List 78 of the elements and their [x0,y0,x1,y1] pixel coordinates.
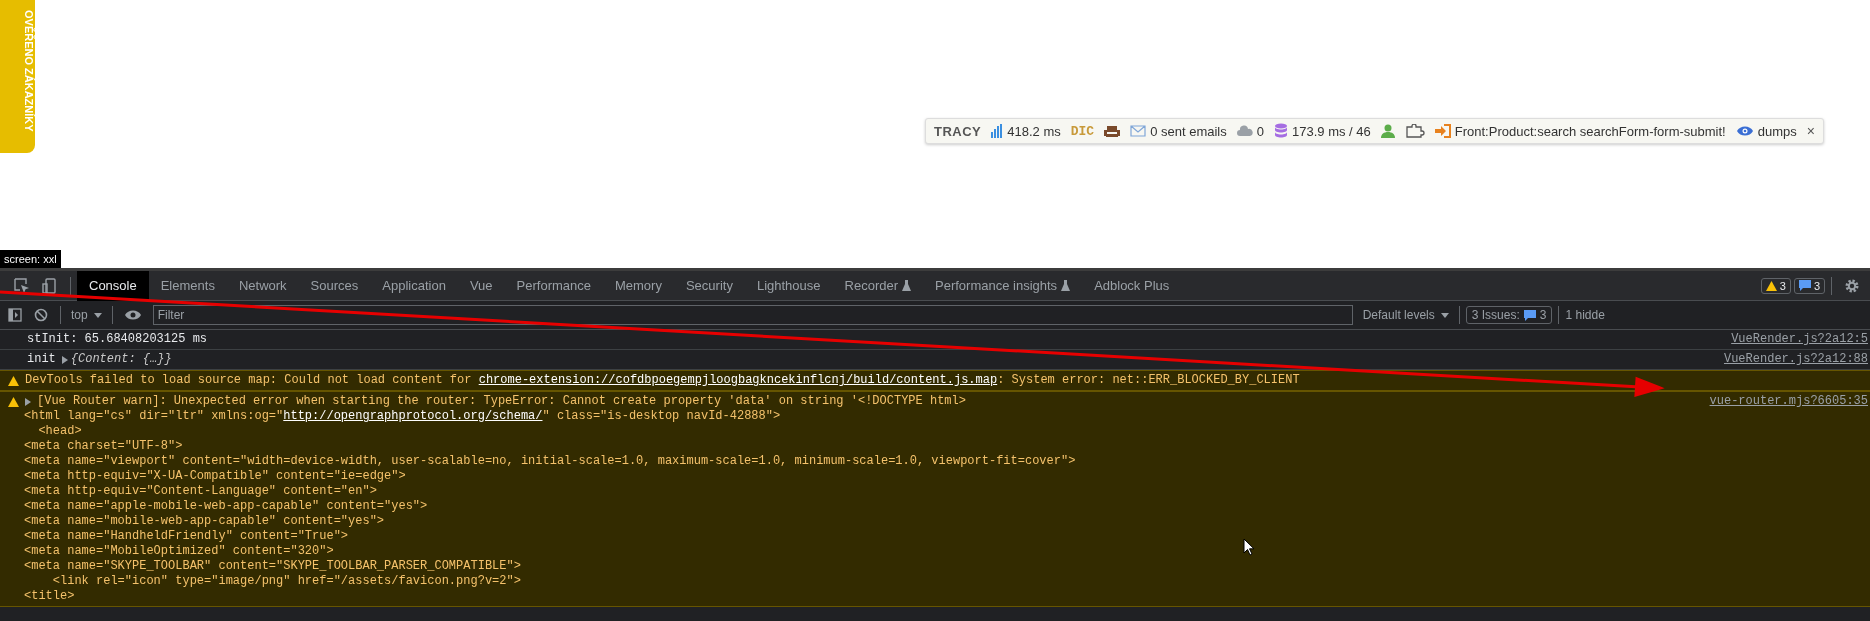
debug-panel-tab[interactable]: 0 sent emails [1130,123,1227,139]
console-text: <meta name="viewport" content="width=device-width, user-scalable=no, initial-scale=1.0, maximum-scale=1.0, minimum-scale=1.0, viewport-fit=cover"> [24,454,1076,469]
cloud-icon [1236,124,1253,138]
panel-tab[interactable]: Sources [298,270,371,301]
console-text: <link rel="icon" type="image/png" href="/assets/favicon.png?v=2"> [51,574,522,589]
issues-button[interactable]: 3 Issues: 3 [1465,306,1553,324]
debug-panel-tab[interactable]: dumps [1735,123,1797,139]
envelope-icon [1130,125,1147,137]
eye-icon [1735,125,1754,137]
console-text: " class="is-desktop navId-42888"> [542,409,781,424]
object-preview[interactable]: {Content: {…}} [70,352,172,367]
console-text: <meta name="SKYPE_TOOLBAR" content="SKYPE_TOOLBAR_PARSER_COMPATIBLE"> [24,559,522,574]
log-levels-dropdown[interactable]: Default levels [1358,308,1453,322]
console-text: <meta name="HandheldFriendly" content="True"> [24,529,350,544]
url-link[interactable]: chrome-extension://cofdbpoegempjloogbagkncekinflcnj/build/content.js.map [478,373,998,388]
filter-field[interactable]: Filter [152,305,1353,325]
console-text: <meta name="mobile-web-app-capable" content="yes"> [24,514,386,529]
bar-chart-icon [991,124,1004,138]
warning-icon [8,376,19,386]
console-label: init [27,352,56,367]
source-link[interactable]: vue-router.mjs?6605:35 [1709,394,1868,604]
debug-panel-tab[interactable]: Front:Product:search searchForm-form-submit! [1434,123,1726,139]
console-text: <meta charset="UTF-8"> [24,439,184,454]
panel-tab[interactable]: Elements [148,270,227,301]
panel-tab[interactable]: Security [673,270,745,301]
tracy-logo[interactable]: TRACY [934,123,982,139]
console-text: : System error: net::ERR_BLOCKED_BY_CLIENT [997,373,1300,388]
screen-size-label: screen: xxl [0,250,61,268]
debug-panel-tab[interactable]: 0 [1236,123,1264,139]
source-link[interactable]: VueRender.js?2a12:88 [1723,352,1868,367]
console-text: <html lang="cs" dir="ltr" xmlns:og=" [24,409,284,424]
eye-icon[interactable] [124,310,141,320]
inspect-icon[interactable] [14,277,30,294]
database-icon [1274,123,1288,139]
context-dropdown[interactable]: top [67,308,106,322]
hidden-count: 1 hidde [1565,308,1605,322]
message-icon [1523,309,1536,321]
panel-tab[interactable]: Application [370,270,458,301]
console-text: <meta name="MobileOptimized" content="320"> [24,544,335,559]
debug-panel-tab[interactable]: 418.2 ms [991,123,1061,139]
armchair-icon[interactable] [1104,124,1121,138]
settings-icon[interactable] [1844,277,1860,294]
panel-tab[interactable]: Memory [603,270,674,301]
mouse-pointer-icon [1243,538,1255,556]
panel-tab[interactable]: Performance insights [923,270,1083,301]
panel-tab[interactable]: Console [77,270,149,301]
console-text: <meta http-equiv="X-UA-Compatible" content="ie=edge"> [24,469,407,484]
panel-tab[interactable]: Lighthouse [744,270,833,301]
console-text: <title> [24,589,76,604]
url-link[interactable]: http://opengraphprotocol.org/schema/ [283,409,543,424]
user-icon[interactable] [1380,124,1395,138]
console-text: [Vue Router warn]: Unexpected error when starting the router: TypeError: Cannot create property 'data' on string '<!DOCTYPE html> [37,394,967,409]
caret-icon [93,312,102,318]
device-toolbar-icon[interactable] [42,277,58,294]
sign-in-icon [1434,124,1451,138]
console-text: <meta http-equiv="Content-Language" content="en"> [24,484,378,499]
panel-tab[interactable]: Adblock Plus [1082,270,1182,301]
caret-icon [1440,312,1449,318]
puzzle-icon[interactable] [1404,124,1425,138]
source-link[interactable]: VueRender.js?2a12:5 [1731,332,1868,347]
debug-panel-tab[interactable]: 173.9 ms / 46 [1274,123,1371,139]
sidebar-toggle-icon[interactable] [8,308,22,322]
close-button[interactable]: × [1806,123,1815,139]
panel-tab[interactable]: Vue [457,270,505,301]
panel-tab[interactable]: Recorder [832,270,923,301]
panel-tab[interactable]: Performance [504,270,603,301]
console-text: stInit: 65.68408203125 ms [27,332,208,347]
expand-arrow-icon[interactable] [25,398,31,406]
warning-icon [1765,280,1777,291]
warnings-counter[interactable]: 3 [1760,277,1791,294]
clear-console-icon[interactable] [34,308,48,322]
messages-counter[interactable]: 3 [1793,277,1825,294]
console-text: <head> [37,424,83,439]
console-text: <meta name="apple-mobile-web-app-capable" content="yes"> [24,499,429,514]
console-text: DevTools failed to load source map: Could not load content for [25,373,473,388]
message-icon [1798,280,1811,291]
panel-tab[interactable]: Network [226,270,299,301]
expand-arrow-icon[interactable] [61,355,68,364]
